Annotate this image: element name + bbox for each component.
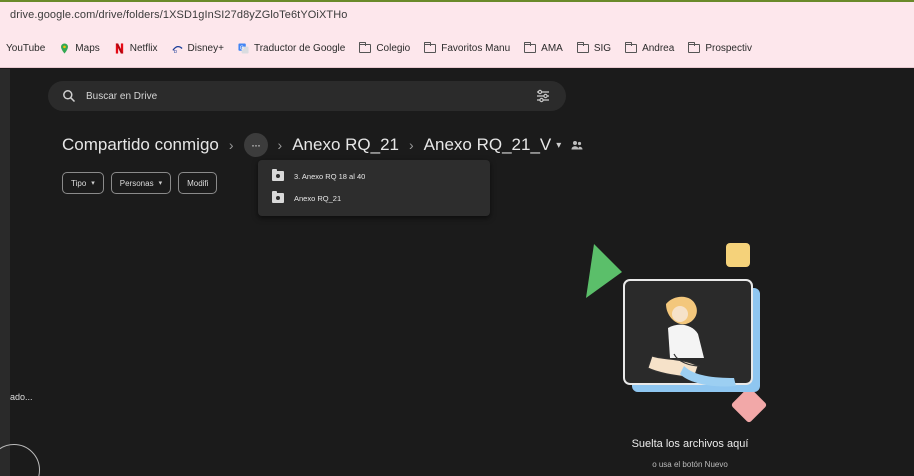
breadcrumb-current[interactable]: Anexo RQ_21_V — [424, 135, 552, 155]
bookmark-translate[interactable]: G Traductor de Google — [238, 43, 345, 54]
folder-icon — [524, 42, 537, 53]
breadcrumb-overflow-menu: 3. Anexo RQ 18 al 40 Anexo RQ_21 — [258, 160, 490, 216]
bookmark-label: YouTube — [6, 43, 46, 54]
folder-icon — [359, 42, 372, 53]
menu-item-label: Anexo RQ_21 — [294, 193, 342, 203]
disney-icon: D — [171, 45, 183, 54]
bookmark-sig[interactable]: SIG — [576, 42, 612, 54]
shared-folder-icon — [272, 191, 284, 203]
search-options-icon[interactable] — [536, 89, 550, 103]
menu-item-folder[interactable]: 3. Anexo RQ 18 al 40 — [258, 165, 490, 187]
folder-icon — [688, 42, 701, 53]
bookmark-ama[interactable]: AMA — [524, 42, 563, 54]
bookmarks-bar: YouTube Maps Netflix D Disney+ G Traduct… — [0, 30, 914, 68]
shared-folder-icon — [272, 169, 284, 181]
empty-state-subtitle: o usa el botón Nuevo — [652, 460, 728, 469]
chevron-right-icon: › — [277, 137, 283, 153]
breadcrumb: Compartido conmigo › ··· › Anexo RQ_21 ›… — [62, 133, 583, 157]
bookmark-disney[interactable]: D Disney+ — [171, 43, 224, 54]
bookmark-label: Favoritos Manu — [441, 43, 511, 54]
new-button-edge[interactable] — [0, 444, 40, 476]
bookmark-youtube[interactable]: YouTube — [6, 43, 45, 54]
menu-item-folder[interactable]: Anexo RQ_21 — [258, 187, 490, 209]
sidebar-truncated-item[interactable]: ado... — [10, 392, 33, 402]
bookmark-colegio[interactable]: Colegio — [359, 42, 411, 54]
bookmark-label: Maps — [75, 43, 100, 54]
search-input[interactable] — [86, 88, 506, 104]
bookmark-label: Colegio — [376, 43, 411, 54]
chip-label: Modifi — [187, 178, 209, 188]
address-bar[interactable]: drive.google.com/drive/folders/1XSD1gInS… — [0, 0, 914, 30]
caret-down-icon: ▾ — [158, 180, 163, 187]
bookmark-label: SIG — [593, 43, 612, 54]
bookmark-netflix[interactable]: Netflix — [114, 43, 158, 54]
maps-icon — [61, 43, 69, 54]
svg-text:D: D — [173, 49, 177, 54]
bookmark-maps[interactable]: Maps — [59, 43, 100, 54]
bookmark-label: AMA — [541, 43, 563, 54]
menu-item-label: 3. Anexo RQ 18 al 40 — [294, 171, 366, 181]
sidebar-edge — [0, 69, 10, 476]
bookmark-favoritos-manu[interactable]: Favoritos Manu — [424, 42, 511, 54]
bookmark-label: Disney+ — [187, 43, 224, 54]
bookmark-label: Andrea — [642, 43, 675, 54]
bookmark-prospectiv[interactable]: Prospectiv — [688, 42, 752, 54]
bookmark-label: Traductor de Google — [253, 43, 346, 54]
chevron-right-icon: › — [228, 137, 234, 153]
caret-down-icon: ▾ — [91, 180, 95, 187]
url-text[interactable]: drive.google.com/drive/folders/1XSD1gInS… — [10, 9, 348, 21]
folder-icon — [424, 42, 437, 53]
filter-people-chip[interactable]: Personas ▾ — [110, 172, 172, 194]
shared-people-icon — [571, 141, 583, 150]
translate-icon: G — [238, 43, 249, 54]
caret-down-icon[interactable]: ▾ — [556, 140, 561, 151]
screen: drive.google.com/drive/folders/1XSD1gInS… — [0, 0, 914, 476]
bookmark-label: Prospectiv — [705, 43, 752, 54]
bookmark-label: Netflix — [129, 43, 158, 54]
breadcrumb-root[interactable]: Compartido conmigo — [62, 135, 219, 155]
folder-icon — [576, 42, 589, 53]
bookmark-andrea[interactable]: Andrea — [625, 42, 675, 54]
chip-label: Tipo — [71, 178, 87, 188]
filter-type-chip[interactable]: Tipo ▾ — [62, 172, 104, 194]
filter-modified-chip[interactable]: Modifi — [178, 172, 218, 194]
breadcrumb-more-button[interactable]: ··· — [243, 133, 268, 157]
chevron-right-icon: › — [409, 137, 414, 153]
svg-text:G: G — [240, 45, 244, 51]
breadcrumb-parent[interactable]: Anexo RQ_21 — [292, 135, 399, 155]
search-icon[interactable] — [62, 89, 76, 103]
chip-label: Personas — [119, 178, 154, 188]
netflix-icon — [115, 43, 123, 54]
empty-folder-illustration — [586, 243, 767, 423]
empty-state-title: Suelta los archivos aquí — [631, 438, 749, 450]
search-bar[interactable] — [48, 81, 566, 111]
folder-icon — [625, 42, 638, 53]
filter-chips: Tipo ▾ Personas ▾ Modifi — [62, 172, 218, 194]
